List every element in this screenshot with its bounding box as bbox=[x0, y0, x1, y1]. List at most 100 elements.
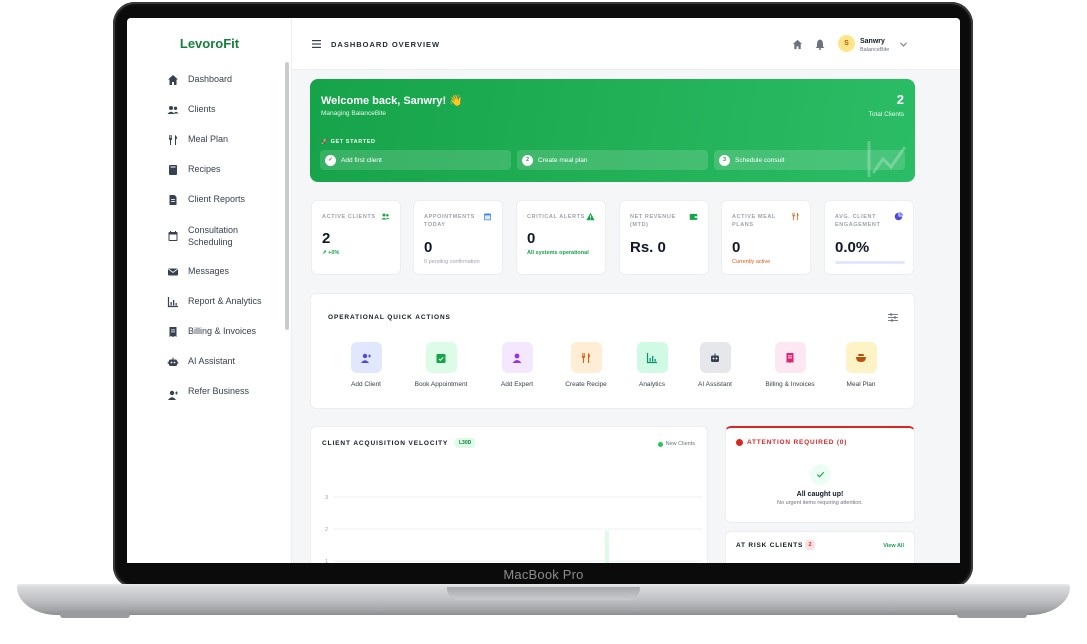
sidebar-item-report-analytics[interactable]: Report & Analytics bbox=[167, 296, 285, 326]
user-name[interactable]: Sanwry bbox=[860, 38, 885, 45]
quick-action-label: Book Appointment bbox=[414, 381, 468, 388]
stat-card-appointments-today[interactable]: APPOINTMENTS TODAY 0 0 pending confirmat… bbox=[413, 200, 503, 275]
stat-card-critical-alerts[interactable]: CRITICAL ALERTS 0 All systems operationa… bbox=[516, 200, 606, 275]
quick-action-add-expert[interactable]: Add Expert bbox=[482, 342, 552, 388]
attention-title-text: ATTENTION REQUIRED (0) bbox=[747, 439, 848, 446]
stat-card-active-clients[interactable]: ACTIVE CLIENTS 2 ↗ +0% bbox=[311, 200, 401, 275]
laptop-foot bbox=[60, 612, 130, 618]
quick-action-add-client[interactable]: Add Client bbox=[331, 342, 401, 388]
welcome-banner: Welcome back, Sanwry! 👋 Managing Balance… bbox=[310, 79, 915, 182]
attention-subtext: No urgent items requiring attention. bbox=[777, 500, 863, 506]
view-all-link[interactable]: View All bbox=[883, 543, 904, 549]
sidebar-item-label: Recipes bbox=[188, 164, 221, 174]
stat-value: 0 bbox=[527, 230, 536, 247]
sidebar-item-label: Billing & Invoices bbox=[188, 326, 257, 336]
quick-action-create-recipe[interactable]: Create Recipe bbox=[551, 342, 621, 388]
chart-legend[interactable]: New Clients bbox=[657, 441, 695, 447]
sidebar-item-label: Consultation Scheduling bbox=[188, 225, 239, 247]
users-icon bbox=[381, 213, 390, 220]
check-circle-icon bbox=[810, 464, 831, 485]
sidebar-scrollbar[interactable] bbox=[285, 62, 289, 330]
stat-label: ACTIVE CLIENTS bbox=[322, 214, 376, 220]
y-tick-label: 2 bbox=[325, 527, 328, 533]
sidebar-item-refer-business[interactable]: Refer Business bbox=[167, 386, 285, 416]
quick-action-label: AI Assistant bbox=[698, 381, 732, 388]
stat-label: NET REVENUE (MTD) bbox=[630, 214, 676, 228]
step-label: Add first client bbox=[341, 156, 382, 164]
sidebar-item-recipes[interactable]: Recipes bbox=[167, 164, 285, 194]
at-risk-clients-card: AT RISK CLIENTS 2 View All bbox=[725, 531, 915, 563]
quick-actions-panel: OPERATIONAL QUICK ACTIONS Add Client Boo… bbox=[310, 293, 915, 409]
laptop-frame: MacBook Pro LevoroFit Dashboard Clients … bbox=[0, 0, 1087, 644]
quick-action-book-appointment[interactable]: Book Appointment bbox=[406, 342, 476, 388]
stat-label: ACTIVE MEAL PLANS bbox=[732, 214, 776, 228]
sidebar-item-label: AI Assistant bbox=[188, 356, 236, 366]
sidebar-item-ai-assistant[interactable]: AI Assistant bbox=[167, 356, 285, 386]
chart-canvas: 3 2 1 bbox=[325, 495, 703, 563]
sidebar-item-clients[interactable]: Clients bbox=[167, 104, 285, 134]
y-tick-label: 3 bbox=[325, 495, 328, 501]
chart-icon bbox=[636, 342, 668, 373]
quick-action-ai-assistant[interactable]: AI Assistant bbox=[680, 342, 750, 388]
book-icon bbox=[167, 164, 179, 176]
stat-card-active-meal-plans[interactable]: ACTIVE MEAL PLANS 0 Currently active bbox=[721, 200, 811, 275]
quick-action-meal-plan[interactable]: Meal Plan bbox=[826, 342, 896, 388]
stat-card-net-revenue[interactable]: NET REVENUE (MTD) Rs. 0 bbox=[619, 200, 709, 275]
sidebar-item-messages[interactable]: Messages bbox=[167, 266, 285, 296]
quick-action-label: Analytics bbox=[638, 381, 665, 388]
sidebar-item-consultation-scheduling[interactable]: Consultation Scheduling bbox=[167, 224, 285, 266]
welcome-subtitle: Managing BalanceBite bbox=[321, 110, 387, 117]
warning-icon bbox=[586, 212, 595, 221]
stat-value: 0 bbox=[424, 239, 433, 256]
sidebar-item-dashboard[interactable]: Dashboard bbox=[167, 74, 285, 104]
stat-value: Rs. 0 bbox=[630, 239, 666, 256]
stat-note: 0 pending confirmation bbox=[424, 259, 480, 265]
utensils-icon bbox=[792, 212, 799, 221]
engagement-progress-bar bbox=[835, 261, 905, 264]
step-add-first-client[interactable]: ✓ Add first client bbox=[320, 150, 511, 170]
sidebar-item-label: Client Reports bbox=[188, 194, 246, 204]
chart-range-badge[interactable]: L30D bbox=[455, 438, 476, 448]
utensils-icon bbox=[167, 134, 179, 146]
at-risk-title: AT RISK CLIENTS bbox=[736, 542, 804, 549]
stat-label: AVG. CLIENT ENGAGEMENT bbox=[835, 214, 881, 228]
sidebar-item-meal-plan[interactable]: Meal Plan bbox=[167, 134, 285, 164]
sidebar-item-label: Dashboard bbox=[188, 74, 233, 84]
chevron-down-icon[interactable] bbox=[900, 42, 907, 47]
get-started-label: 🚀 GET STARTED bbox=[321, 139, 376, 145]
stat-card-avg-engagement[interactable]: AVG. CLIENT ENGAGEMENT 0.0% bbox=[824, 200, 914, 275]
quick-action-analytics[interactable]: Analytics bbox=[617, 342, 687, 388]
user-org: BalanceBite bbox=[860, 47, 890, 53]
utensils-icon bbox=[570, 342, 602, 373]
legend-label: New Clients bbox=[665, 441, 695, 447]
home-icon[interactable] bbox=[792, 39, 803, 50]
calendar-check-icon bbox=[425, 342, 457, 373]
step-label: Create meal plan bbox=[538, 156, 588, 164]
sidebar-item-label: Report & Analytics bbox=[188, 296, 262, 306]
alert-icon bbox=[736, 439, 743, 446]
menu-icon[interactable] bbox=[312, 40, 321, 48]
bell-icon[interactable] bbox=[815, 39, 825, 50]
quick-action-label: Meal Plan bbox=[846, 381, 876, 388]
step-create-meal-plan[interactable]: 2 Create meal plan bbox=[517, 150, 708, 170]
quick-action-label: Add Expert bbox=[500, 381, 534, 388]
stat-value: 0 bbox=[732, 239, 741, 256]
sidebar-item-client-reports[interactable]: Client Reports bbox=[167, 194, 285, 224]
brand-logo[interactable]: LevoroFit bbox=[127, 36, 292, 51]
step-number: 3 bbox=[719, 154, 730, 166]
chart-hover-marker bbox=[605, 530, 609, 563]
quick-action-billing-invoices[interactable]: Billing & Invoices bbox=[755, 342, 825, 388]
stat-value: 2 bbox=[322, 230, 331, 247]
avatar[interactable]: S bbox=[838, 35, 855, 52]
user-icon bbox=[501, 342, 533, 373]
envelope-icon bbox=[167, 266, 179, 278]
robot-icon bbox=[167, 356, 179, 368]
invoice-icon bbox=[774, 342, 806, 373]
at-risk-count-badge: 2 bbox=[805, 540, 815, 550]
attention-required-card: ATTENTION REQUIRED (0) All caught up! No… bbox=[725, 426, 915, 523]
stat-note: All systems operational bbox=[527, 250, 589, 256]
sidebar-item-billing-invoices[interactable]: Billing & Invoices bbox=[167, 326, 285, 356]
laptop-notch bbox=[447, 587, 640, 600]
sidebar: LevoroFit Dashboard Clients Meal Plan Re… bbox=[127, 18, 292, 563]
sliders-icon[interactable] bbox=[888, 313, 898, 322]
